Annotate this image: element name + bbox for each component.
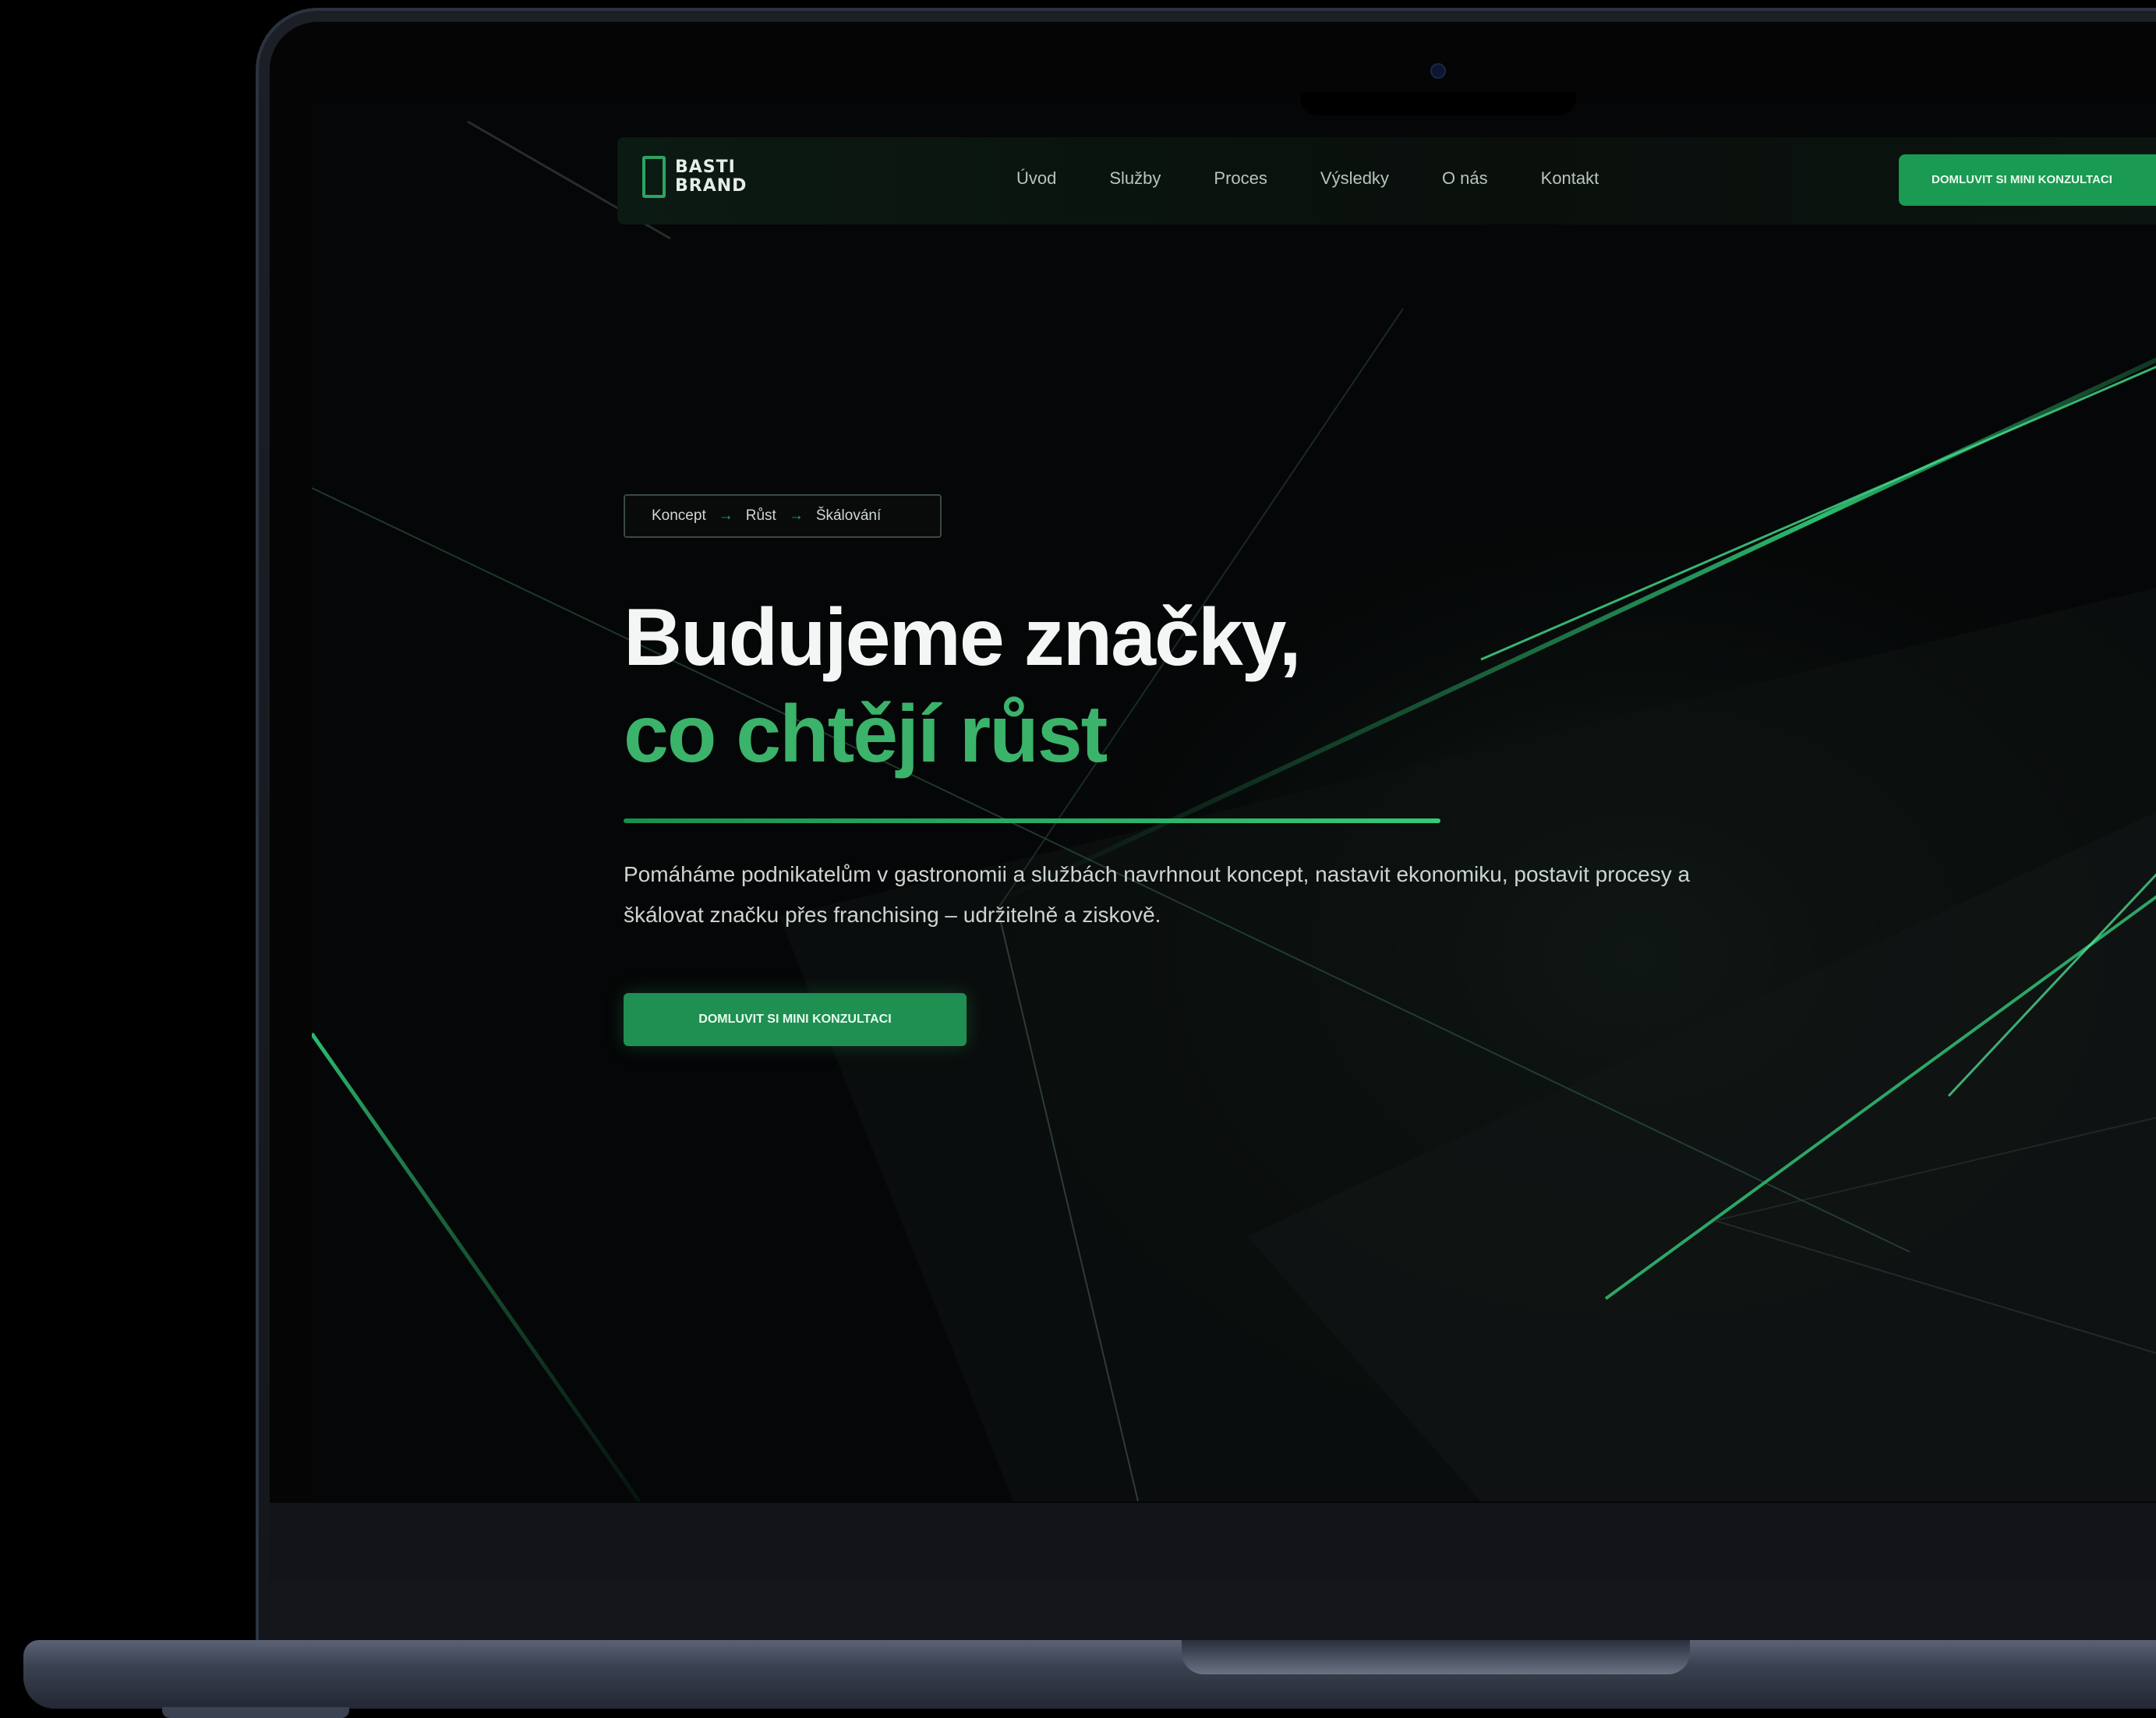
hero-consultation-button[interactable]: DOMLUVIT SI MINI KONZULTACI: [624, 993, 967, 1046]
arrow-right-icon: →: [718, 507, 733, 524]
laptop-chin: [270, 1503, 2156, 1581]
screen-notch: [1300, 92, 1576, 115]
hero-title-line2: co chtějí růst: [624, 689, 1108, 779]
navbar: BASTI BRAND Úvod Služby Proces Výsledky …: [617, 137, 2156, 224]
nav-link-uvod[interactable]: Úvod: [1016, 168, 1056, 189]
nav-link-o-nas[interactable]: O nás: [1442, 168, 1488, 189]
nav-link-proces[interactable]: Proces: [1214, 168, 1267, 189]
nav-links: Úvod Služby Proces Výsledky O nás Kontak…: [1016, 168, 1652, 189]
hero-underline-divider: [624, 818, 1440, 823]
process-steps-pill: Koncept → Růst → Škálování: [624, 494, 942, 538]
logo-line2: BRAND: [675, 176, 748, 196]
step-growth: Růst: [745, 507, 776, 524]
hero-description: Pomáháme podnikatelům v gastronomii a sl…: [624, 862, 1691, 927]
camera-icon: [1430, 63, 1446, 79]
background-light-beams: [312, 98, 2156, 1501]
nav-link-sluzby[interactable]: Služby: [1109, 168, 1161, 189]
nav-link-kontakt[interactable]: Kontakt: [1541, 168, 1599, 189]
step-scaling: Škálování: [815, 507, 882, 524]
logo-text: BASTI BRAND: [675, 158, 747, 196]
logo-mark-icon: [642, 156, 666, 198]
logo[interactable]: BASTI BRAND: [642, 156, 747, 198]
step-concept: Koncept: [652, 507, 706, 524]
laptop-base: [23, 1640, 2156, 1709]
arrow-right-icon: →: [788, 507, 804, 524]
logo-line1: BASTI: [675, 157, 736, 177]
nav-link-vysledky[interactable]: Výsledky: [1320, 168, 1389, 189]
nav-consultation-button[interactable]: DOMLUVIT SI MINI KONZULTACI: [1899, 154, 2156, 206]
hero-title-line1: Budujeme značky,: [624, 592, 1302, 683]
website-screen: BASTI BRAND Úvod Služby Proces Výsledky …: [312, 98, 2156, 1501]
hero-title: Budujeme značky, co chtějí růst: [624, 589, 1302, 783]
laptop-mockup: BASTI BRAND Úvod Služby Proces Výsledky …: [0, 0, 2156, 1718]
laptop-opening-groove: [1182, 1640, 1690, 1674]
laptop-foot: [162, 1707, 349, 1718]
